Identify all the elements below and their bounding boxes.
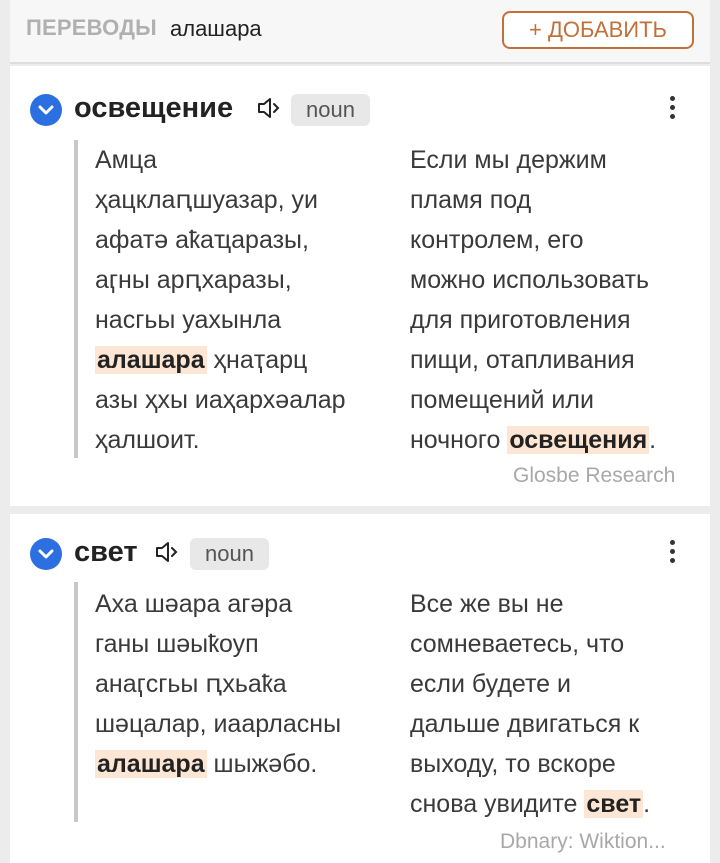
example-text: . [643, 790, 651, 818]
attribution-text[interactable]: Glosbe Research [513, 464, 675, 488]
more-vertical-icon[interactable] [670, 540, 678, 568]
example-text: ночного [410, 426, 508, 454]
example-line: афатә аҟаҵаразы, [95, 220, 395, 260]
section-label: ПЕРЕВОДЫ [26, 15, 157, 40]
example-text: можно использовать [410, 266, 650, 294]
example-text: ҳацклаԥшуазар, уи [95, 186, 319, 214]
example-line: ганы шәыҟоуп [95, 624, 395, 664]
example-text: азы ҳхы иаҳархәалар [95, 386, 346, 414]
expand-toggle[interactable] [30, 94, 62, 126]
speaker-icon[interactable] [154, 540, 180, 569]
source-example: Аха шәара агәра ганы шәыҟоуп анаӷсгьы ԥхьа… [95, 584, 395, 784]
example-line: Все же вы не [410, 584, 710, 624]
example-line: Амца [95, 140, 395, 180]
term-title[interactable]: освещение [74, 92, 233, 125]
example-text: выходу, то вскоре [410, 750, 616, 778]
example-text: насгьы уахынла [95, 306, 282, 334]
example-line: ҳалшоит. [95, 420, 395, 460]
example-line: шәцалар, иаарласны [95, 704, 395, 744]
example-text: пламя под [410, 186, 532, 214]
example-line: если будете и [410, 664, 710, 704]
example-text: афатә аҟаҵаразы, [95, 226, 309, 254]
translation-card: освещение noun Амца ҳацклаԥшуазар, уи афат… [10, 66, 710, 506]
example-line: сомневаетесь, что [410, 624, 710, 664]
example-line: Аха шәара агәра [95, 584, 395, 624]
example-line: ҳацклаԥшуазар, уи [95, 180, 395, 220]
example-line: помещений или [410, 380, 710, 420]
chevron-down-icon [38, 105, 54, 115]
speaker-icon[interactable] [256, 96, 282, 125]
example-text: шәцалар, иаарласны [95, 710, 342, 738]
highlighted-term: свет [584, 790, 644, 818]
example-line: пламя под [410, 180, 710, 220]
example-line: насгьы уахынла [95, 300, 395, 340]
example-divider [74, 140, 78, 458]
example-text: помещений или [410, 386, 594, 414]
example-line: снова увидите свет. [410, 784, 710, 824]
example-line: можно использовать [410, 260, 710, 300]
example-text: сомневаетесь, что [410, 630, 625, 658]
translation-card: свет noun Аха шәара агәра ганы шәыҟоуп ана… [10, 514, 710, 863]
example-line: дальше двигаться к [410, 704, 710, 744]
example-line: алашара ҳнаҭарц [95, 340, 395, 380]
target-example: Все же вы не сомневаетесь, что если будете… [410, 584, 710, 824]
expand-toggle[interactable] [30, 538, 62, 570]
highlighted-term: алашара [95, 750, 207, 778]
translations-header: ПЕРЕВОДЫ алашара + ДОБАВИТЬ [10, 0, 710, 64]
example-divider [74, 582, 78, 822]
example-line: азы ҳхы иаҳархәалар [95, 380, 395, 420]
example-line: аӷны арԥхаразы, [95, 260, 395, 300]
example-text: Если мы держим [410, 146, 607, 174]
part-of-speech-badge: noun [291, 94, 370, 126]
term-title[interactable]: свет [74, 536, 138, 569]
highlighted-term: алашара [95, 346, 207, 374]
example-text: контролем, его [410, 226, 584, 254]
example-line: пищи, отапливания [410, 340, 710, 380]
example-line: алашара шыжәбо. [95, 744, 395, 784]
example-text: . [649, 426, 657, 454]
example-line: анаӷсгьы ԥхьаҟа [95, 664, 395, 704]
highlighted-term: освещения [507, 426, 650, 454]
example-line: Если мы держим [410, 140, 710, 180]
example-text: Амца [95, 146, 158, 174]
example-text: Все же вы не [410, 590, 564, 618]
example-text: Аха шәара агәра [95, 590, 293, 618]
entry-header: освещение noun [10, 88, 710, 138]
example-text: если будете и [410, 670, 571, 698]
example-line: выходу, то вскоре [410, 744, 710, 784]
chevron-down-icon [38, 549, 54, 559]
example-text: ҳнаҭарц [206, 346, 308, 374]
example-text: шыжәбо. [206, 750, 318, 778]
example-text: пищи, отапливания [410, 346, 635, 374]
entry-header: свет noun [10, 534, 710, 584]
attribution-text[interactable]: Dbnary: Wiktion... [500, 830, 666, 854]
example-text: снова увидите [410, 790, 585, 818]
target-example: Если мы держим пламя под контролем, его мож… [410, 140, 710, 460]
more-vertical-icon[interactable] [670, 96, 678, 124]
source-example: Амца ҳацклаԥшуазар, уи афатә аҟаҵаразы, аӷн… [95, 140, 395, 460]
example-text: ганы шәыҟоуп [95, 630, 259, 658]
example-line: для приготовления [410, 300, 710, 340]
add-translation-button[interactable]: + ДОБАВИТЬ [502, 11, 694, 49]
example-text: анаӷсгьы ԥхьаҟа [95, 670, 287, 698]
example-text: дальше двигаться к [410, 710, 640, 738]
example-line: ночного освещения. [410, 420, 710, 460]
part-of-speech-badge: noun [190, 538, 269, 570]
example-text: для приготовления [410, 306, 631, 334]
example-text: ҳалшоит. [95, 426, 200, 454]
example-line: контролем, его [410, 220, 710, 260]
query-word: алашара [170, 16, 262, 41]
example-text: аӷны арԥхаразы, [95, 266, 292, 294]
